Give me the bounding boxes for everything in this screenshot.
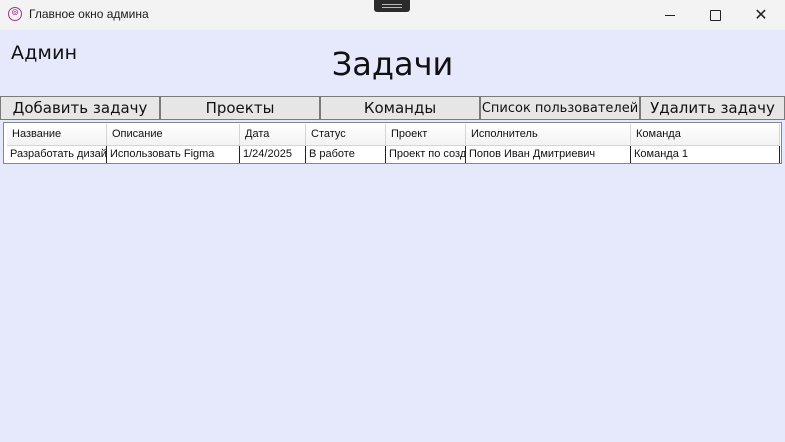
table-row[interactable]: Разработать дизайн Использовать Figma 1/… — [7, 146, 780, 163]
minimize-icon — [665, 14, 675, 16]
column-header-project[interactable]: Проект — [386, 124, 466, 146]
window-titlebar[interactable]: ⊚ Главное окно админа ✕ — [0, 0, 785, 30]
tasks-table[interactable]: Название Описание Дата Статус Проект Исп… — [3, 122, 782, 164]
column-header-team[interactable]: Команда — [631, 124, 780, 146]
maximize-icon — [709, 9, 721, 21]
cell-team[interactable]: Команда 1 — [631, 146, 780, 163]
column-header-status[interactable]: Статус — [306, 124, 386, 146]
column-header-date[interactable]: Дата — [240, 124, 306, 146]
window-title: Главное окно админа — [29, 7, 149, 21]
cell-name[interactable]: Разработать дизайн — [7, 146, 107, 163]
delete-task-button[interactable]: Удалить задачу — [640, 96, 785, 120]
close-icon: ✕ — [754, 5, 768, 24]
cell-status[interactable]: В работе — [306, 146, 386, 163]
column-header-name[interactable]: Название — [7, 124, 107, 146]
column-header-description[interactable]: Описание — [107, 124, 240, 146]
close-button[interactable]: ✕ — [738, 0, 784, 30]
table-header-row: Название Описание Дата Статус Проект Исп… — [7, 124, 780, 146]
users-list-button[interactable]: Список пользователей — [480, 96, 640, 120]
column-header-assignee[interactable]: Исполнитель — [466, 124, 631, 146]
cell-project[interactable]: Проект по созданию — [386, 146, 466, 163]
teams-button[interactable]: Команды — [320, 96, 480, 120]
cell-date[interactable]: 1/24/2025 — [240, 146, 306, 163]
snap-layout-handle[interactable] — [374, 0, 410, 12]
maximize-button[interactable] — [692, 0, 738, 30]
minimize-button[interactable] — [647, 0, 693, 30]
add-task-button[interactable]: Добавить задачу — [0, 96, 160, 120]
cell-description[interactable]: Использовать Figma — [107, 146, 240, 163]
projects-button[interactable]: Проекты — [160, 96, 320, 120]
cell-assignee[interactable]: Попов Иван Дмитриевич — [466, 146, 631, 163]
app-logo-icon: ⊚ — [8, 7, 22, 21]
page-title: Задачи — [331, 45, 454, 83]
